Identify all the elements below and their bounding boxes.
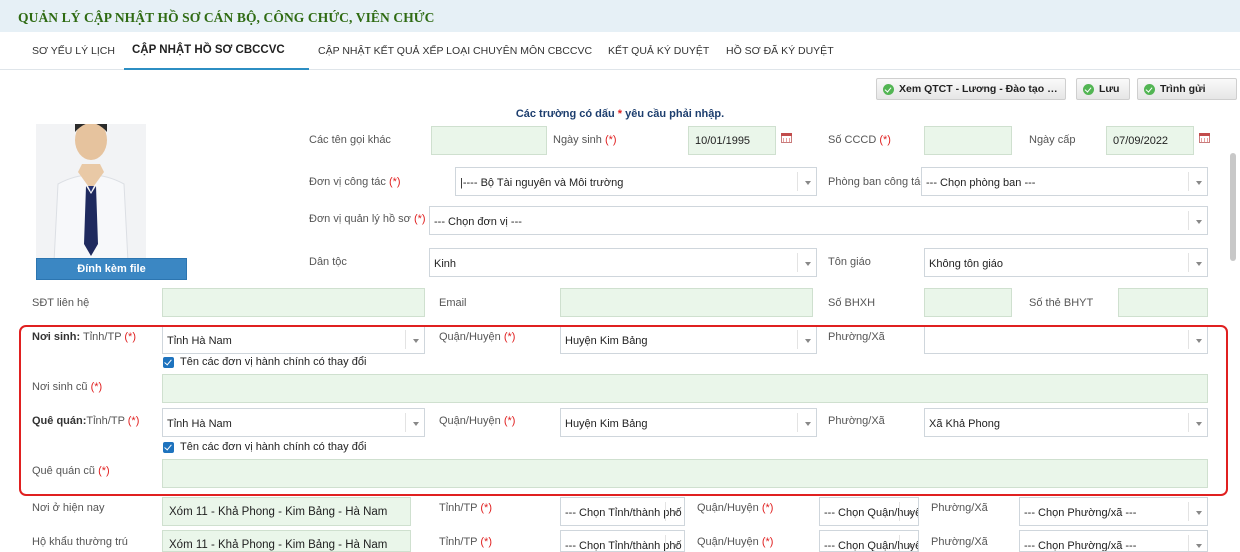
bhxh-input[interactable]	[924, 288, 1012, 317]
chevron-down-icon	[1196, 511, 1202, 515]
tab-so-yeu-ly-lich[interactable]: SƠ YẾU LÝ LỊCH	[32, 45, 115, 57]
tab-cap-nhat-ho-so[interactable]: CẬP NHẬT HỒ SƠ CBCCVC	[132, 44, 285, 56]
check-circle-icon	[1083, 83, 1094, 95]
calendar-icon[interactable]	[1199, 133, 1210, 143]
bhxh-label: Số BHXH	[828, 297, 876, 309]
tab-xep-loai-chuyen-mon[interactable]: CẬP NHẬT KẾT QUẢ XẾP LOẠI CHUYÊN MÔN CBC…	[318, 45, 592, 57]
required-fields-note: Các trường có dấu * yêu cầu phải nhập.	[515, 108, 725, 120]
chevron-down-icon	[805, 181, 811, 185]
chevron-down-icon	[673, 511, 679, 515]
phone-input[interactable]	[162, 288, 425, 317]
check-circle-icon	[883, 83, 894, 95]
permanent-ward-select[interactable]: --- Chọn Phường/xã ---	[1019, 530, 1208, 552]
residence-input[interactable]: Xóm 11 - Khả Phong - Kim Bảng - Hà Nam	[162, 497, 411, 526]
phone-label: SĐT liên hệ	[32, 297, 90, 309]
residence-ward-label: Phường/Xã	[931, 502, 988, 514]
residence-district-label: Quận/Huyện (*)	[697, 502, 774, 514]
managing-unit-select[interactable]: --- Chọn đơn vị ---	[429, 206, 1208, 235]
permanent-ward-label: Phường/Xã	[931, 536, 988, 548]
religion-select[interactable]: Không tôn giáo	[924, 248, 1208, 277]
other-names-input[interactable]	[431, 126, 547, 155]
cccd-input[interactable]	[924, 126, 1012, 155]
residence-district-select[interactable]: --- Chọn Quận/huyện ---	[819, 497, 919, 526]
permanent-province-select[interactable]: --- Chọn Tỉnh/thành phố ---	[560, 530, 685, 552]
dob-input[interactable]: 10/01/1995	[688, 126, 776, 155]
permanent-label: Hộ khẩu thường trú	[32, 536, 128, 548]
other-names-label: Các tên gọi khác	[309, 134, 391, 146]
email-input[interactable]	[560, 288, 813, 317]
residence-province-select[interactable]: --- Chọn Tỉnh/thành phố ---	[560, 497, 685, 526]
residence-ward-select[interactable]: --- Chọn Phường/xã ---	[1019, 497, 1208, 526]
permanent-district-select[interactable]: --- Chọn Quận/huyện ---	[819, 530, 919, 552]
department-select[interactable]: --- Chọn phòng ban ---	[921, 167, 1208, 196]
chevron-down-icon	[1196, 544, 1202, 548]
view-history-button[interactable]: Xem QTCT - Lương - Đào tạo - QHGĐ...	[876, 78, 1066, 100]
chevron-down-icon	[1196, 181, 1202, 185]
issue-date-label: Ngày cấp	[1029, 134, 1076, 146]
bhyt-input[interactable]	[1118, 288, 1208, 317]
unit-select[interactable]: |---- Bộ Tài nguyên và Môi trường	[455, 167, 817, 196]
ethnicity-label: Dân tộc	[309, 256, 347, 268]
email-label: Email	[439, 297, 467, 309]
permanent-input[interactable]: Xóm 11 - Khả Phong - Kim Bảng - Hà Nam	[162, 530, 411, 552]
issue-date-input[interactable]: 07/09/2022	[1106, 126, 1194, 155]
dob-label: Ngày sinh (*)	[553, 134, 617, 146]
chevron-down-icon	[1196, 220, 1202, 224]
chevron-down-icon	[907, 544, 913, 548]
page-title: QUẢN LÝ CẬP NHẬT HỒ SƠ CÁN BỘ, CÔNG CHỨC…	[18, 10, 435, 25]
check-circle-icon	[1144, 83, 1155, 95]
scrollbar-thumb[interactable]	[1230, 153, 1236, 261]
tab-ket-qua-ky-duyet[interactable]: KẾT QUẢ KÝ DUYỆT	[608, 45, 709, 57]
tab-ho-so-da-ky-duyet[interactable]: HỒ SƠ ĐÃ KÝ DUYỆT	[726, 45, 834, 57]
permanent-province-label: Tỉnh/TP (*)	[439, 536, 492, 548]
cccd-label: Số CCCD (*)	[828, 134, 891, 146]
permanent-district-label: Quận/Huyện (*)	[697, 536, 774, 548]
ethnicity-select[interactable]: Kinh	[429, 248, 817, 277]
submit-button[interactable]: Trình gửi	[1137, 78, 1237, 100]
save-button[interactable]: Lưu	[1076, 78, 1130, 100]
active-tab-indicator	[124, 68, 309, 70]
department-label: Phòng ban công tác	[828, 176, 926, 188]
calendar-icon[interactable]	[781, 133, 792, 143]
chevron-down-icon	[907, 511, 913, 515]
bhyt-label: Số thẻ BHYT	[1029, 297, 1094, 309]
unit-label: Đơn vị công tác (*)	[309, 176, 401, 188]
highlight-box	[19, 325, 1228, 496]
residence-label: Nơi ở hiện nay	[32, 502, 105, 514]
profile-photo	[36, 124, 146, 262]
religion-label: Tôn giáo	[828, 256, 871, 268]
attach-file-button[interactable]: Đính kèm file	[36, 258, 187, 280]
managing-unit-label: Đơn vị quản lý hồ sơ (*)	[309, 213, 426, 225]
chevron-down-icon	[673, 544, 679, 548]
residence-province-label: Tỉnh/TP (*)	[439, 502, 492, 514]
chevron-down-icon	[1196, 262, 1202, 266]
chevron-down-icon	[805, 262, 811, 266]
